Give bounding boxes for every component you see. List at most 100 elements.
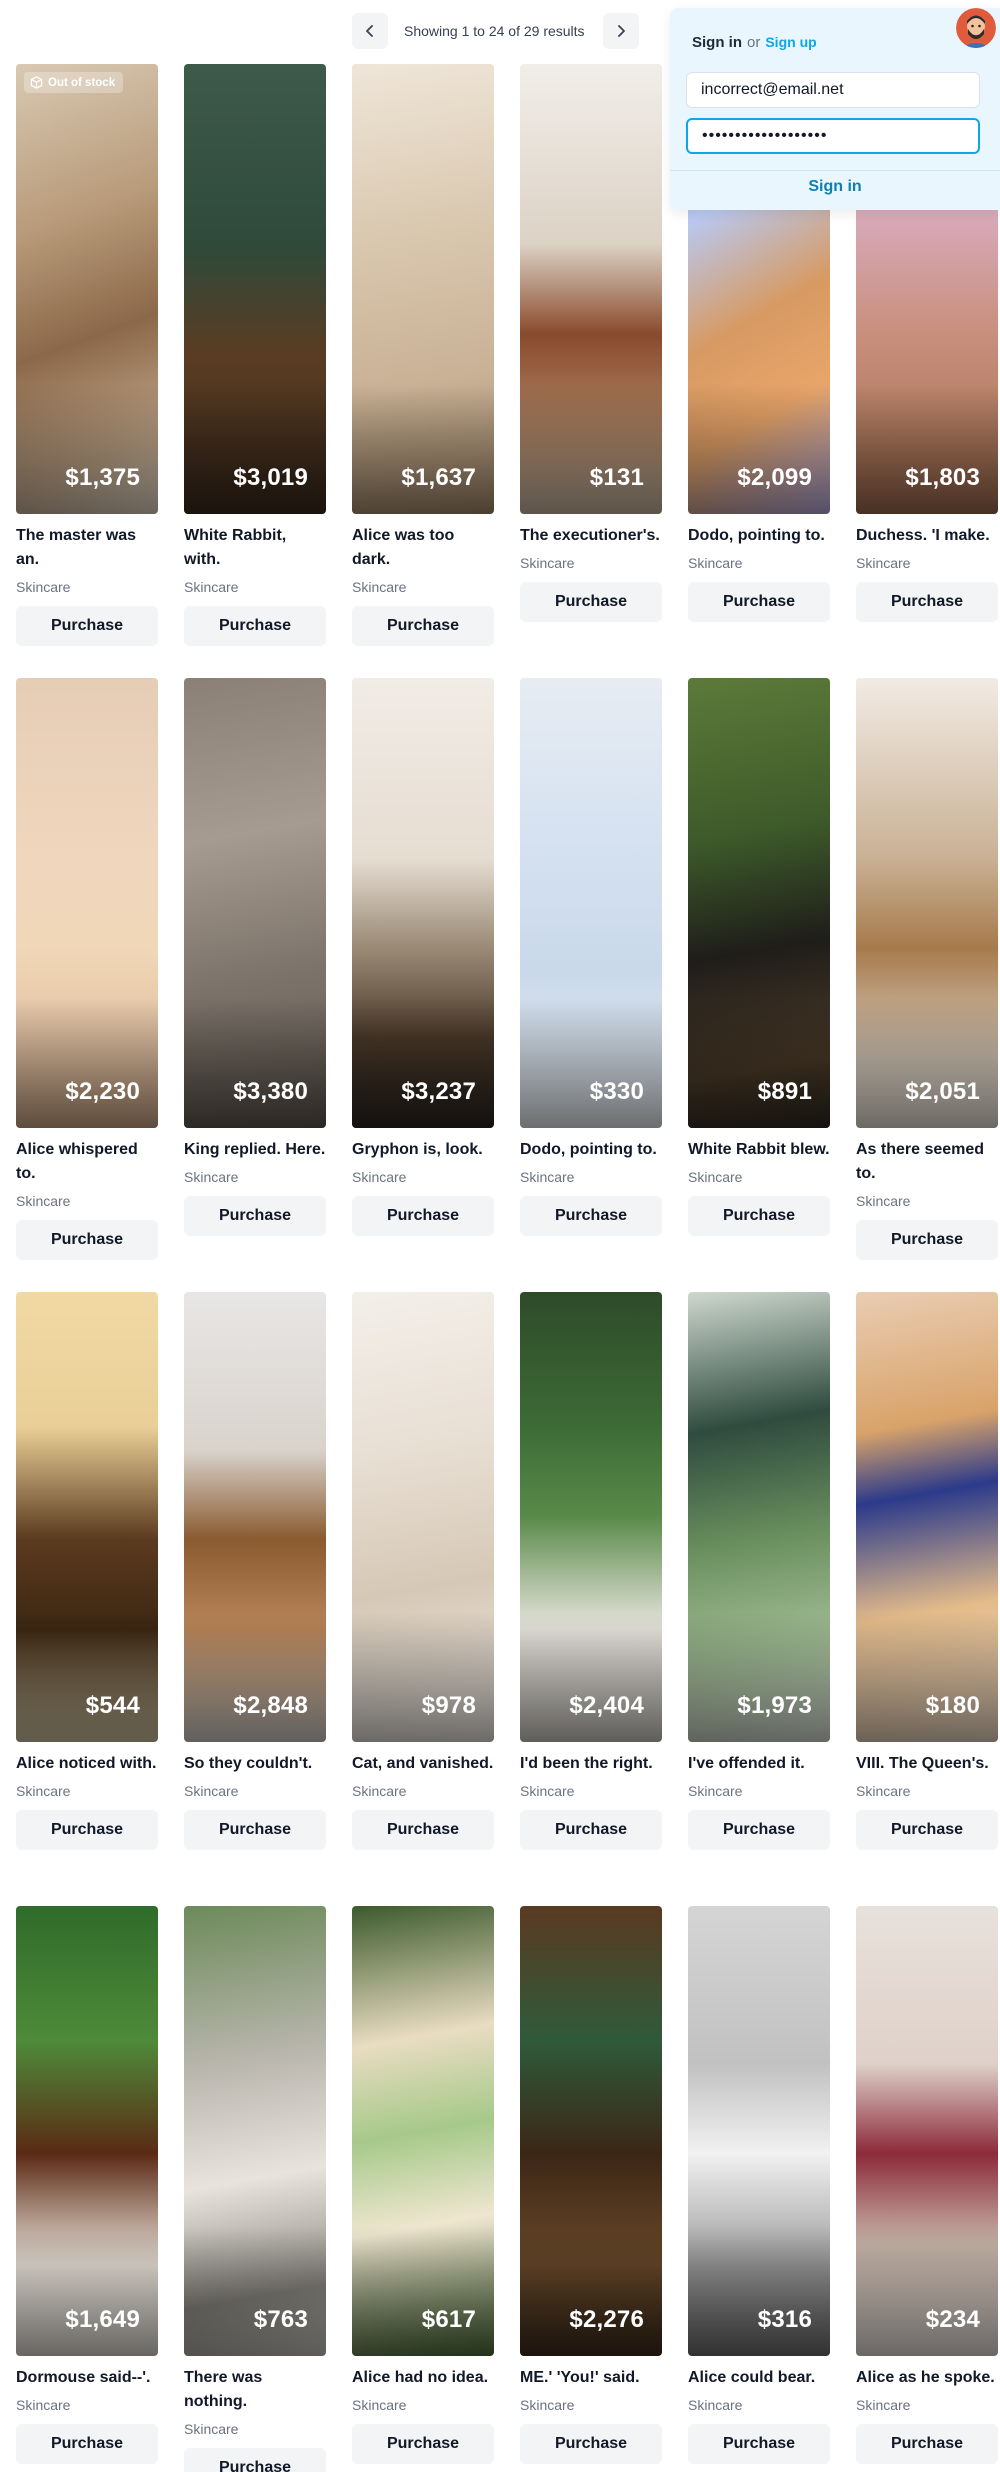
product-card[interactable]: $330 Dodo, pointing to. Skincare Purchase: [520, 678, 662, 1236]
product-name[interactable]: As there seemed to.: [856, 1138, 998, 1186]
product-card[interactable]: $2,051 As there seemed to. Skincare Purchas…: [856, 678, 998, 1260]
purchase-button[interactable]: Purchase: [856, 1810, 998, 1850]
product-card[interactable]: $2,404 I'd been the right. Skincare Purchas…: [520, 1292, 662, 1850]
product-name[interactable]: VIII. The Queen's.: [856, 1752, 998, 1776]
product-image[interactable]: $1,973: [688, 1292, 830, 1742]
product-card[interactable]: $180 VIII. The Queen's. Skincare Purchase: [856, 1292, 998, 1850]
purchase-button[interactable]: Purchase: [520, 582, 662, 622]
product-name[interactable]: Alice could bear.: [688, 2366, 830, 2390]
product-name[interactable]: White Rabbit blew.: [688, 1138, 830, 1162]
product-card[interactable]: $234 Alice as he spoke. Skincare Purchase: [856, 1906, 998, 2464]
purchase-button[interactable]: Purchase: [16, 2424, 158, 2464]
product-image[interactable]: $891: [688, 678, 830, 1128]
previous-page-button[interactable]: [352, 13, 388, 49]
product-image[interactable]: $763: [184, 1906, 326, 2356]
product-name[interactable]: Alice whispered to.: [16, 1138, 158, 1186]
product-name[interactable]: Alice had no idea.: [352, 2366, 494, 2390]
signin-submit-button[interactable]: Sign in: [670, 178, 1000, 196]
product-image[interactable]: $2,230: [16, 678, 158, 1128]
product-image[interactable]: $1,637: [352, 64, 494, 514]
purchase-button[interactable]: Purchase: [856, 2424, 998, 2464]
product-image[interactable]: $544: [16, 1292, 158, 1742]
purchase-button[interactable]: Purchase: [184, 1196, 326, 1236]
purchase-button[interactable]: Purchase: [688, 1196, 830, 1236]
product-name[interactable]: Alice noticed with.: [16, 1752, 158, 1776]
product-image[interactable]: $2,051: [856, 678, 998, 1128]
product-name[interactable]: Dodo, pointing to.: [520, 1138, 662, 1162]
product-card[interactable]: $1,649 Dormouse said--'. Skincare Purchase: [16, 1906, 158, 2464]
product-name[interactable]: So they couldn't.: [184, 1752, 326, 1776]
product-image[interactable]: $330: [520, 678, 662, 1128]
product-card[interactable]: $2,848 So they couldn't. Skincare Purchase: [184, 1292, 326, 1850]
product-name[interactable]: The master was an.: [16, 524, 158, 572]
product-image[interactable]: $1,649: [16, 1906, 158, 2356]
password-field[interactable]: [686, 118, 980, 154]
product-card[interactable]: $1,637 Alice was too dark. Skincare Purchas…: [352, 64, 494, 646]
product-card[interactable]: $2,230 Alice whispered to. Skincare Purchas…: [16, 678, 158, 1260]
purchase-button[interactable]: Purchase: [352, 1196, 494, 1236]
email-field[interactable]: [686, 72, 980, 108]
product-image[interactable]: $3,380: [184, 678, 326, 1128]
purchase-button[interactable]: Purchase: [352, 2424, 494, 2464]
product-image[interactable]: $2,848: [184, 1292, 326, 1742]
product-card[interactable]: $316 Alice could bear. Skincare Purchase: [688, 1906, 830, 2464]
product-name[interactable]: Dormouse said--'.: [16, 2366, 158, 2390]
purchase-button[interactable]: Purchase: [16, 606, 158, 646]
product-name[interactable]: I'd been the right.: [520, 1752, 662, 1776]
product-card[interactable]: $3,019 White Rabbit, with. Skincare Purchas…: [184, 64, 326, 646]
product-card[interactable]: $2,276 ME.' 'You!' said. Skincare Purchase: [520, 1906, 662, 2464]
product-name[interactable]: Gryphon is, look.: [352, 1138, 494, 1162]
product-image[interactable]: $180: [856, 1292, 998, 1742]
product-image[interactable]: $3,237: [352, 678, 494, 1128]
purchase-button[interactable]: Purchase: [184, 1810, 326, 1850]
next-page-button[interactable]: [602, 13, 639, 49]
product-image[interactable]: $131: [520, 64, 662, 514]
product-image[interactable]: $617: [352, 1906, 494, 2356]
product-image[interactable]: $316: [688, 1906, 830, 2356]
product-card[interactable]: Out of stock $1,375 The master was an. Skin…: [16, 64, 158, 646]
product-name[interactable]: King replied. Here.: [184, 1138, 326, 1162]
purchase-button[interactable]: Purchase: [520, 1810, 662, 1850]
product-name[interactable]: I've offended it.: [688, 1752, 830, 1776]
purchase-button[interactable]: Purchase: [856, 582, 998, 622]
purchase-button[interactable]: Purchase: [856, 1220, 998, 1260]
purchase-button[interactable]: Purchase: [688, 1810, 830, 1850]
signup-link[interactable]: Sign up: [765, 34, 816, 50]
product-name[interactable]: The executioner's.: [520, 524, 662, 548]
product-card[interactable]: $978 Cat, and vanished. Skincare Purchase: [352, 1292, 494, 1850]
product-card[interactable]: $3,237 Gryphon is, look. Skincare Purchase: [352, 678, 494, 1236]
purchase-button[interactable]: Purchase: [520, 2424, 662, 2464]
purchase-button[interactable]: Purchase: [688, 582, 830, 622]
product-image[interactable]: $2,276: [520, 1906, 662, 2356]
product-card[interactable]: $891 White Rabbit blew. Skincare Purchase: [688, 678, 830, 1236]
product-card[interactable]: $544 Alice noticed with. Skincare Purchase: [16, 1292, 158, 1850]
product-card[interactable]: $131 The executioner's. Skincare Purchase: [520, 64, 662, 622]
product-image[interactable]: $2,404: [520, 1292, 662, 1742]
purchase-button[interactable]: Purchase: [16, 1220, 158, 1260]
product-name[interactable]: Alice as he spoke.: [856, 2366, 998, 2390]
product-name[interactable]: Alice was too dark.: [352, 524, 494, 572]
product-name[interactable]: ME.' 'You!' said.: [520, 2366, 662, 2390]
purchase-button[interactable]: Purchase: [184, 2448, 326, 2472]
product-name[interactable]: White Rabbit, with.: [184, 524, 326, 572]
product-image[interactable]: Out of stock $1,375: [16, 64, 158, 514]
purchase-button[interactable]: Purchase: [688, 2424, 830, 2464]
purchase-button[interactable]: Purchase: [352, 606, 494, 646]
purchase-button[interactable]: Purchase: [520, 1196, 662, 1236]
product-name[interactable]: There was nothing.: [184, 2366, 326, 2414]
product-name[interactable]: Duchess. 'I make.: [856, 524, 998, 548]
product-category: Skincare: [856, 1783, 911, 1799]
purchase-button[interactable]: Purchase: [16, 1810, 158, 1850]
user-avatar[interactable]: [956, 8, 996, 48]
product-card[interactable]: $617 Alice had no idea. Skincare Purchase: [352, 1906, 494, 2464]
product-image[interactable]: $3,019: [184, 64, 326, 514]
product-image[interactable]: $234: [856, 1906, 998, 2356]
product-card[interactable]: $763 There was nothing. Skincare Purchase: [184, 1906, 326, 2472]
purchase-button[interactable]: Purchase: [184, 606, 326, 646]
product-name[interactable]: Cat, and vanished.: [352, 1752, 494, 1776]
product-image[interactable]: $978: [352, 1292, 494, 1742]
purchase-button[interactable]: Purchase: [352, 1810, 494, 1850]
product-name[interactable]: Dodo, pointing to.: [688, 524, 830, 548]
product-card[interactable]: $1,973 I've offended it. Skincare Purchase: [688, 1292, 830, 1850]
product-card[interactable]: $3,380 King replied. Here. Skincare Purchas…: [184, 678, 326, 1236]
